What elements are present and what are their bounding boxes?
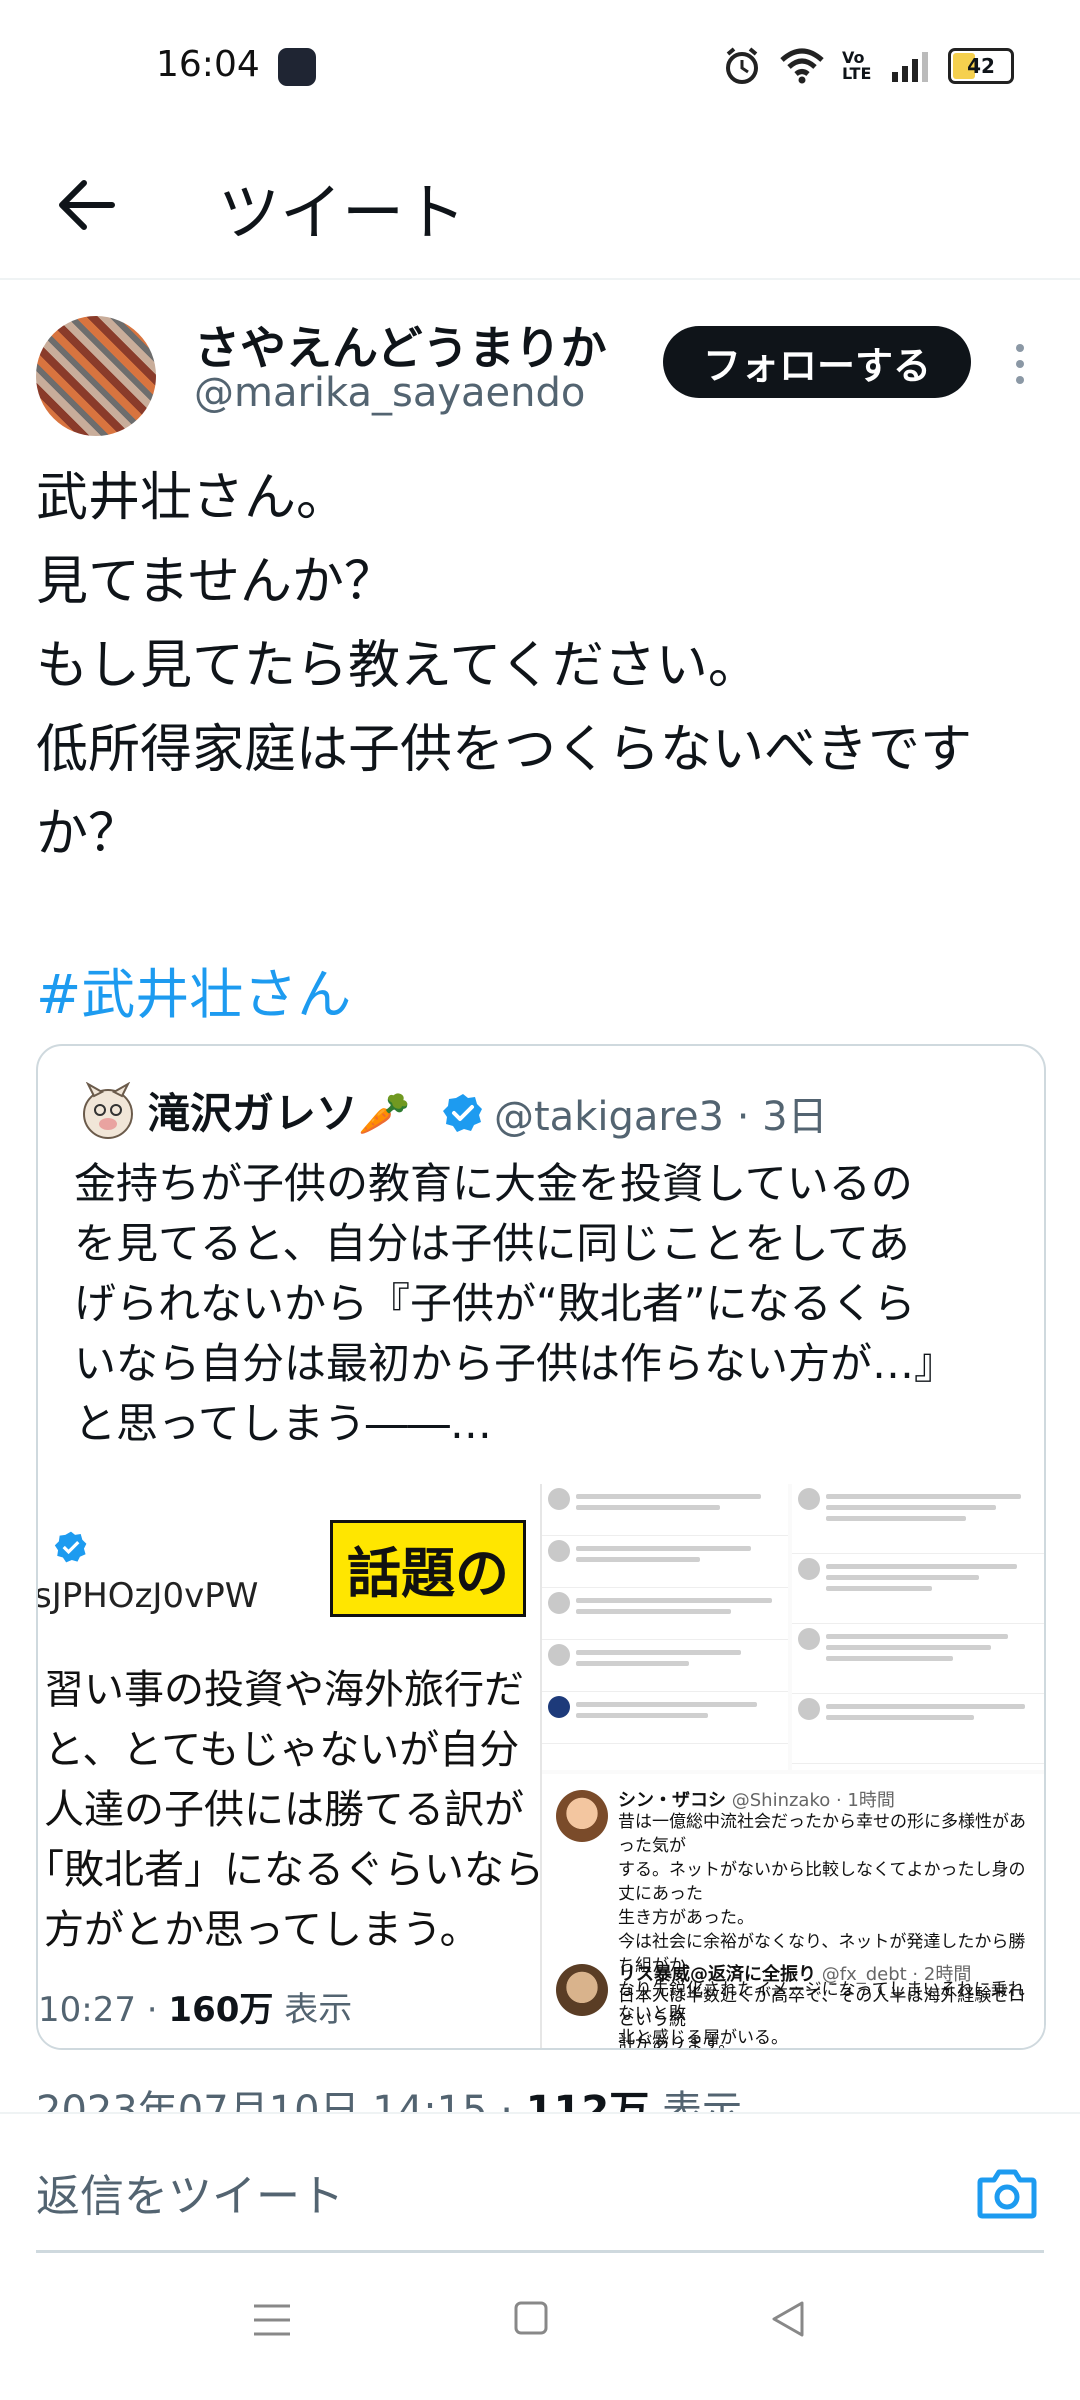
comment-meta: @Shinzako · 1時間 [731, 1790, 895, 1811]
wifi-icon [780, 48, 824, 84]
quoted-author-name: 滝沢ガレソ🥕 [148, 1089, 411, 1138]
mini-avatar [798, 1628, 820, 1650]
nav-back-icon[interactable] [770, 2300, 806, 2338]
alarm-icon [726, 47, 758, 84]
battery-level: 42 [967, 54, 995, 78]
status-icons: Vo LTE 42 [722, 44, 1014, 88]
verified-badge-icon [54, 1531, 87, 1563]
quoted-media-image-left[interactable]: sJPHOzJ0vPW 話題の 習い事の投資や海外旅行だ と、とてもじゃないが自… [38, 1484, 542, 2048]
comment-avatar [556, 1964, 608, 2016]
more-vertical-icon[interactable] [1012, 342, 1028, 386]
comment-header: シン・ザコシ @Shinzako · 1時間 [618, 1786, 895, 1812]
quoted-tweet-text: 金持ちが子供の教育に大金を投資しているの を見てると、自分は子供に同じことをして… [74, 1159, 957, 1448]
notification-app-icon [278, 48, 316, 86]
mini-reply-column-right [792, 1484, 1044, 1770]
media-featured-replies: シン・ザコシ @Shinzako · 1時間 昔は一億総中流社会だったから幸せの… [542, 1774, 1044, 2048]
reply-bar: 返信をツイート [0, 2112, 1080, 2264]
comment-author: リス暴威@返済に全振り [618, 1964, 816, 1985]
nav-home-icon[interactable] [513, 2300, 549, 2336]
comment-avatar [556, 1790, 608, 1842]
quoted-author-avatar[interactable] [78, 1082, 138, 1142]
quoted-media-image-right[interactable]: シン・ザコシ @Shinzako · 1時間 昔は一億総中流社会だったから幸せの… [542, 1484, 1044, 2048]
signal-icon [892, 52, 928, 82]
nav-menu-icon[interactable] [252, 2302, 292, 2338]
author-handle[interactable]: @marika_sayaendo [194, 370, 585, 416]
mini-avatar [798, 1698, 820, 1720]
media-views-label: 表示 [273, 1990, 353, 2030]
mini-avatar [798, 1558, 820, 1580]
media-banner-text: 話題の [330, 1520, 526, 1617]
mini-avatar [548, 1488, 570, 1510]
comment-header: リス暴威@返済に全振り @fx_debt · 2時間 [618, 1960, 971, 1986]
network-type-label: Vo LTE [842, 48, 872, 83]
follow-button[interactable]: フォローする [663, 326, 971, 398]
mini-reply-row [542, 1640, 788, 1692]
mini-avatar [548, 1592, 570, 1614]
hashtag-link[interactable]: #武井壮さん [36, 950, 351, 1029]
reply-input[interactable]: 返信をツイート [36, 2160, 344, 2224]
tweet-text: 武井壮さん。 見てませんか？ もし見てたら教えてください。 低所得家庭は子供をつ… [36, 468, 973, 864]
mini-avatar [548, 1644, 570, 1666]
mini-reply-row [542, 1588, 788, 1640]
comment-meta: @fx_debt · 2時間 [821, 1964, 972, 1985]
mini-reply-row [792, 1554, 1044, 1624]
mini-reply-column-left [542, 1484, 788, 1770]
status-time: 16:04 [156, 44, 260, 85]
back-button[interactable] [52, 170, 122, 240]
mini-reply-row [542, 1692, 788, 1744]
reply-divider [36, 2250, 1044, 2253]
media-user-id: sJPHOzJ0vPW [38, 1576, 259, 1616]
author-avatar[interactable] [36, 316, 156, 436]
mini-avatar [548, 1540, 570, 1562]
comment-text: 日本人は半数近くが高卒で、その人半は海外経験ゼロという統 計があります。 人間、… [618, 1986, 1026, 2048]
status-bar: 16:04 Vo LTE 42 [0, 0, 1080, 140]
comment-author: シン・ザコシ [618, 1790, 726, 1811]
author-display-name[interactable]: さやえんどうまりか [194, 312, 607, 378]
back-arrow-icon [59, 180, 115, 230]
mini-avatar [548, 1696, 570, 1718]
verified-badge-icon [443, 1094, 482, 1132]
mini-reply-row [792, 1624, 1044, 1694]
mini-reply-row [792, 1484, 1044, 1554]
camera-icon[interactable] [976, 2164, 1038, 2222]
media-footer: 10:27 · 160万 表示 [38, 1982, 352, 2031]
media-time: 10:27 · [38, 1990, 169, 2030]
quoted-tweet-card[interactable]: 滝沢ガレソ🥕 @takigare3 · 3日 金持ちが子供の教育に大金を投資して… [36, 1044, 1046, 2050]
quoted-handle-time: @takigare3 · 3日 [494, 1094, 828, 1140]
media-caption: 習い事の投資や海外旅行だ と、とてもじゃないが自分 人達の子供には勝てる訳が ｢… [44, 1667, 542, 1953]
media-views-count: 160万 [168, 1990, 274, 2030]
top-app-bar: ツイート [0, 140, 1080, 280]
mini-reply-row [542, 1536, 788, 1588]
battery-icon: 42 [948, 48, 1014, 84]
page-title: ツイート [218, 176, 467, 249]
mini-reply-row [542, 1484, 788, 1536]
mini-avatar [798, 1488, 820, 1510]
mini-reply-row [792, 1694, 1044, 1764]
system-nav-bar [0, 2262, 1080, 2400]
